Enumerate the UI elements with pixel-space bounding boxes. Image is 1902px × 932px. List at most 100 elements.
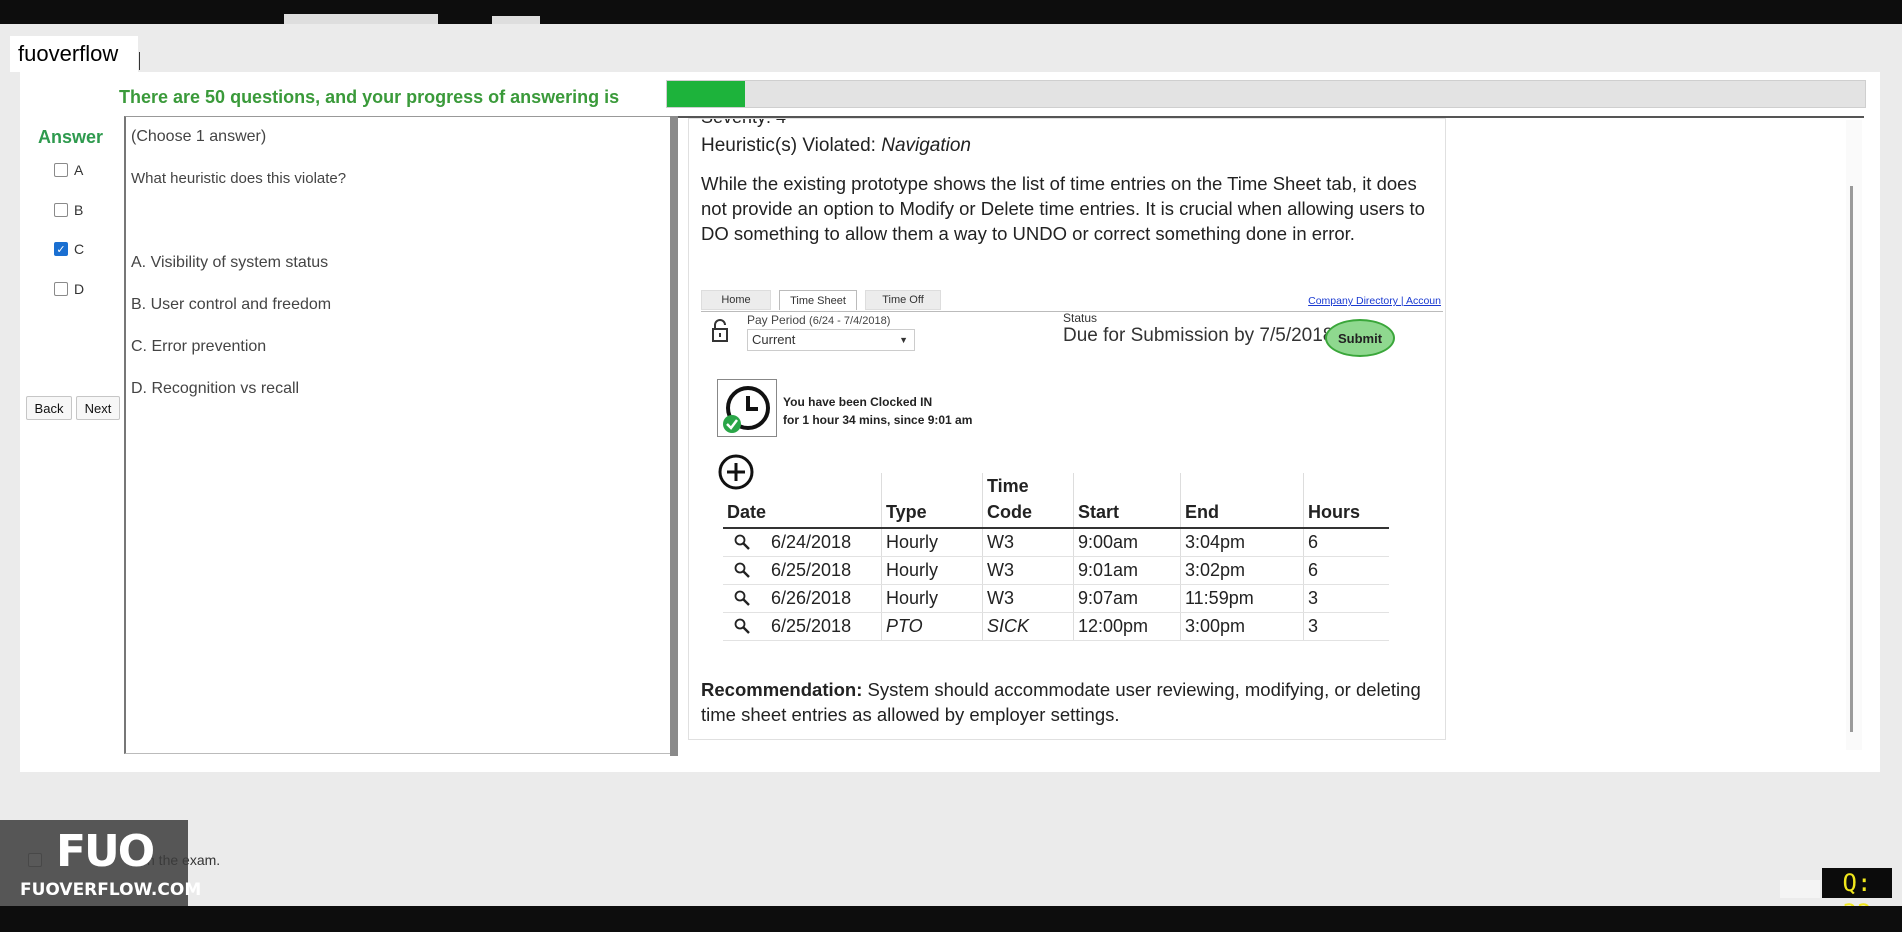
question-box [124, 116, 670, 754]
date-value: 6/24/2018 [771, 532, 852, 552]
top-black-bar [0, 0, 1902, 24]
table-cell: Hourly [881, 556, 983, 585]
table-cell: 3 [1303, 612, 1389, 641]
mock-directory-link: Company Directory | Accoun [1308, 295, 1441, 307]
magnifier-icon [734, 534, 750, 550]
bottom-black-bar [0, 906, 1902, 932]
clock-check-icon [717, 379, 777, 437]
checkbox-c[interactable]: ✓ [54, 242, 68, 256]
clock-status: You have been Clocked IN for 1 hour 34 mi… [783, 395, 973, 427]
choice-c: C. Error prevention [131, 338, 267, 355]
back-button[interactable]: Back [26, 396, 72, 420]
option-b[interactable]: B [54, 200, 83, 220]
pay-period-select: Current ▼ [747, 329, 915, 351]
table-cell: 3:02pm [1180, 556, 1304, 585]
table-cell: 9:07am [1073, 584, 1181, 613]
recommendation-label: Recommendation: [701, 679, 863, 700]
question-prompt: What heuristic does this violate? [131, 170, 347, 187]
clipped-control [284, 14, 438, 24]
unlock-icon [712, 319, 728, 342]
choice-d: D. Recognition vs recall [131, 380, 300, 397]
brand-label: fuoverflow [10, 36, 138, 72]
answer-title: Answer [38, 127, 104, 147]
dropdown-arrow-icon: ▼ [899, 335, 908, 345]
table-cell: 6 [1303, 556, 1389, 585]
table-cell: 6/25/2018 [723, 612, 882, 641]
magnifier-icon [734, 590, 750, 606]
table-cell: 3 [1303, 584, 1389, 613]
time-entries-table: Date Type Time Code Start End Hours 6/24… [723, 473, 1389, 641]
choice-a: A. Visibility of system status [131, 254, 329, 271]
pay-period-label: Pay Period (6/24 - 7/4/2018) [747, 313, 891, 327]
table-cell: W3 [982, 528, 1074, 557]
column-header: Hours [1303, 473, 1389, 529]
hidden-control [1780, 880, 1820, 898]
logo-mark: FUO [56, 826, 155, 877]
option-d[interactable]: D [54, 279, 84, 299]
mock-tab-time-sheet: Time Sheet [779, 290, 857, 310]
magnifier-icon [734, 618, 750, 634]
column-header: Time Code [982, 473, 1074, 529]
logo-text: FUOVERFLOW.COM [20, 880, 202, 900]
table-cell: 11:59pm [1180, 584, 1304, 613]
text-cursor [139, 52, 140, 70]
option-a[interactable]: A [54, 160, 83, 180]
column-header: Type [881, 473, 983, 529]
option-label: D [74, 281, 85, 297]
table-cell: 3:04pm [1180, 528, 1304, 557]
mock-tab-bar: Home Time Sheet Time Off Company Directo… [701, 287, 1443, 312]
clipped-control [492, 16, 540, 24]
table-cell: 6/24/2018 [723, 528, 882, 557]
checkbox-b[interactable] [54, 203, 68, 217]
option-label: A [74, 162, 84, 178]
recommendation: Recommendation: System should accommodat… [701, 677, 1441, 727]
option-c[interactable]: ✓ C [54, 239, 84, 259]
column-header: End [1180, 473, 1304, 529]
table-header-row: Date Type Time Code Start End Hours [723, 473, 1389, 529]
magnifier-icon [734, 562, 750, 578]
mock-tab-home: Home [701, 290, 771, 310]
column-header: Start [1073, 473, 1181, 529]
table-cell: 6 [1303, 528, 1389, 557]
severity-text: Severity: 4 [701, 119, 786, 128]
issue-description: While the existing prototype shows the l… [701, 173, 1425, 244]
date-value: 6/25/2018 [771, 616, 852, 636]
table-row: 6/25/2018 Hourly W3 9:01am 3:02pm 6 [723, 556, 1389, 585]
content-scrollbar-track [1846, 120, 1862, 750]
table-cell: Hourly [881, 528, 983, 557]
option-label: B [74, 202, 84, 218]
table-cell: W3 [982, 556, 1074, 585]
table-row: 6/25/2018 PTO SICK 12:00pm 3:00pm 3 [723, 612, 1389, 641]
table-cell: 6/26/2018 [723, 584, 882, 613]
question-counter: Q: 32 [1822, 868, 1892, 927]
content-scrollbar[interactable] [1850, 186, 1853, 732]
table-cell: W3 [982, 584, 1074, 613]
table-cell: 3:00pm [1180, 612, 1304, 641]
table-cell: 9:00am [1073, 528, 1181, 557]
table-row: 6/26/2018 Hourly W3 9:07am 11:59pm 3 [723, 584, 1389, 613]
table-cell: 9:01am [1073, 556, 1181, 585]
option-label: C [74, 241, 85, 257]
table-cell: PTO [881, 612, 983, 641]
heuristic-label: Heuristic(s) Violated: [701, 135, 882, 156]
column-header: Date [723, 473, 882, 529]
checkbox-d[interactable] [54, 282, 68, 296]
fuoverflow-logo: FUO FUOVERFLOW.COM [0, 820, 201, 906]
status-text: Due for Submission by 7/5/2018 [1063, 325, 1334, 346]
table-cell: 12:00pm [1073, 612, 1181, 641]
date-value: 6/26/2018 [771, 588, 852, 608]
mock-tab-time-off: Time Off [865, 290, 941, 310]
choice-b: B. User control and freedom [131, 296, 332, 313]
mock-submit-button: Submit [1325, 319, 1395, 357]
progress-bar [666, 80, 1866, 108]
next-button[interactable]: Next [76, 396, 120, 420]
progress-text: There are 50 questions, and your progres… [119, 87, 620, 107]
heuristic-line: Heuristic(s) Violated: Navigation [701, 135, 971, 157]
date-value: 6/25/2018 [771, 560, 852, 580]
table-cell: Hourly [881, 584, 983, 613]
question-instruction: (Choose 1 answer) [131, 128, 267, 145]
pane-splitter[interactable] [670, 116, 678, 756]
table-cell: SICK [982, 612, 1074, 641]
checkbox-a[interactable] [54, 163, 68, 177]
question-image: Severity: 4 Heuristic(s) Violated: Navig… [688, 118, 1446, 740]
